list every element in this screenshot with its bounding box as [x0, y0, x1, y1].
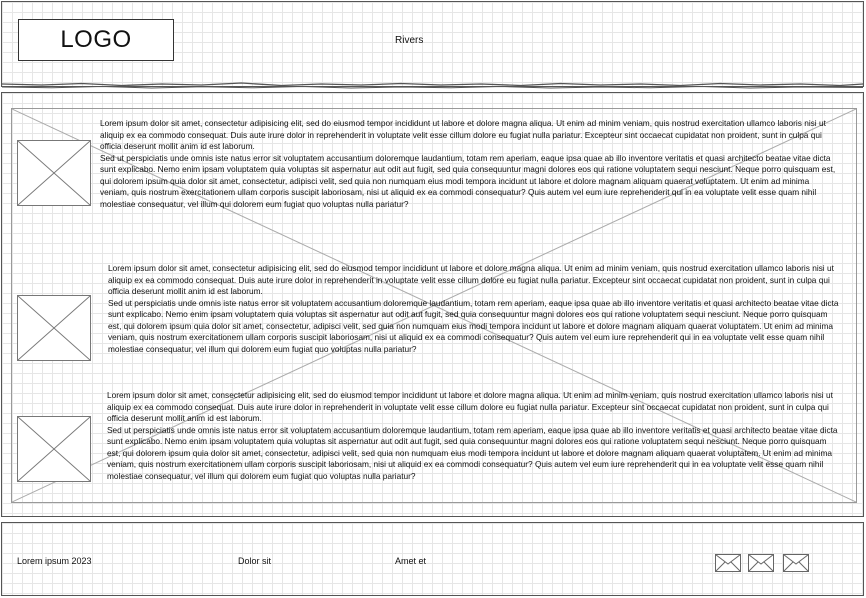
section-3-para-1: Lorem ipsum dolor sit amet, consectetur … — [107, 390, 833, 423]
mail-icon[interactable] — [783, 554, 809, 572]
section-2-para-2: Sed ut perspiciatis unde omnis iste natu… — [108, 297, 839, 354]
section-1-para-1: Lorem ipsum dolor sit amet, consectetur … — [100, 118, 826, 151]
section-1-image — [17, 140, 91, 206]
header-divider — [2, 82, 863, 89]
main-content: Lorem ipsum dolor sit amet, consectetur … — [1, 92, 864, 517]
section-2-para-1: Lorem ipsum dolor sit amet, consectetur … — [108, 263, 834, 296]
section-2-text: Lorem ipsum dolor sit amet, consectetur … — [108, 263, 842, 355]
footer-copyright: Lorem ipsum 2023 — [17, 556, 92, 566]
footer-link-2[interactable]: Amet et — [395, 556, 426, 566]
site-title[interactable]: Rivers — [395, 35, 423, 46]
logo-text: LOGO — [60, 26, 132, 53]
image-placeholder-icon — [18, 141, 90, 205]
footer: Lorem ipsum 2023 Dolor sit Amet et — [1, 522, 864, 596]
footer-link-1[interactable]: Dolor sit — [238, 556, 271, 566]
section-1-para-2: Sed ut perspiciatis unde omnis iste natu… — [100, 152, 836, 209]
section-3-text: Lorem ipsum dolor sit amet, consectetur … — [107, 390, 842, 482]
section-3-para-2: Sed ut perspiciatis unde omnis iste natu… — [107, 424, 838, 481]
image-placeholder-icon — [18, 296, 90, 360]
mail-icon[interactable] — [748, 554, 774, 572]
image-placeholder-icon — [18, 417, 90, 481]
logo[interactable]: LOGO — [18, 19, 174, 61]
mail-icon[interactable] — [715, 554, 741, 572]
section-3-image — [17, 416, 91, 482]
section-1-text: Lorem ipsum dolor sit amet, consectetur … — [100, 118, 840, 210]
header: LOGO Rivers — [1, 1, 864, 89]
section-2-image — [17, 295, 91, 361]
